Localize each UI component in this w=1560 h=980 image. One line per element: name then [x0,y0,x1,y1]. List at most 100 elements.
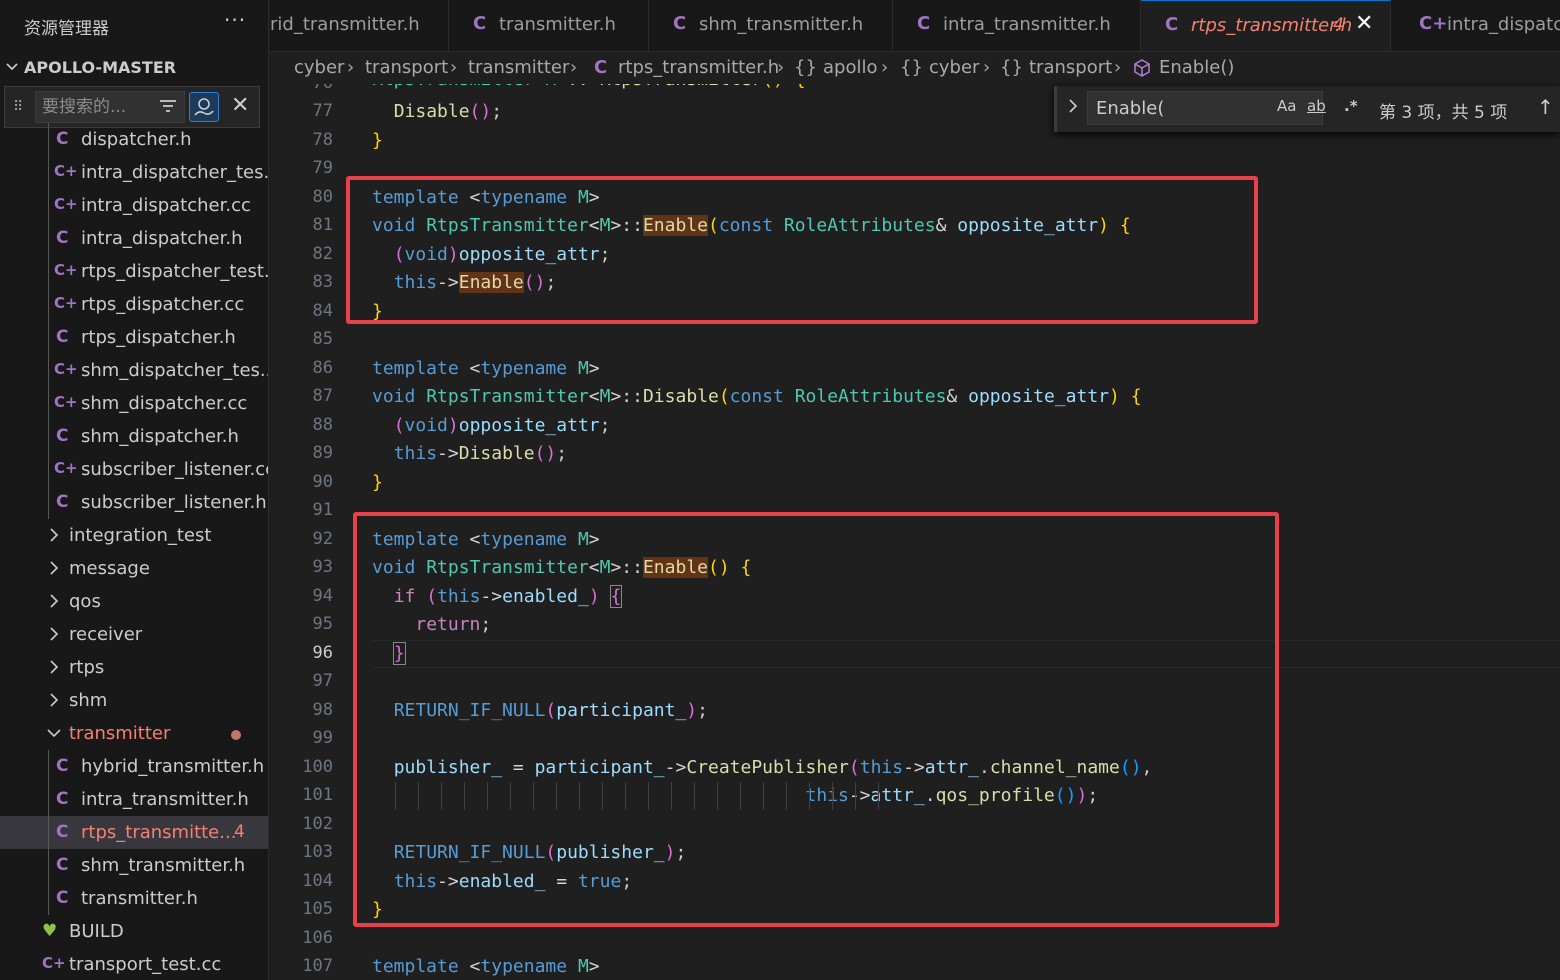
fuzzy-match-icon [194,98,214,116]
breadcrumb-item[interactable]: transport [365,57,448,78]
tree-item-label: receiver [69,624,143,645]
breadcrumb-item[interactable]: rtps_transmitter.h [618,57,779,78]
chevron-right-icon: › [777,57,785,78]
tab-shm-transmitter[interactable]: C shm_transmitter.h [649,0,893,51]
chevron-right-icon[interactable] [1065,98,1081,114]
indent-guide [48,882,49,915]
tree-item-subscriber-listener-cc[interactable]: C+ subscriber_listener.cc [0,453,269,486]
close-tab-icon[interactable]: ✕ [1355,11,1373,36]
breadcrumb-item[interactable]: apollo [823,57,877,78]
tree-item-intra-dispatcher-cc[interactable]: C+ intra_dispatcher.cc [0,189,268,222]
tree-item-rtps-dispatcher-h[interactable]: Crtps_dispatcher.h [0,321,268,354]
tab-label: shm_transmitter.h [699,14,864,35]
tree-item-label: dispatcher.h [81,129,192,150]
match-whole-word-toggle[interactable]: ab [1307,97,1326,115]
drag-handle-icon[interactable]: ⠿ [13,99,23,115]
chevron-right-icon: › [881,57,889,78]
code-line: } [372,129,383,151]
code-line: } [372,471,383,493]
tree-item-label: shm [69,690,108,711]
previous-match-icon[interactable]: ↑ [1537,95,1554,119]
tree-item-label: subscriber_listener.h [81,492,267,513]
tree-item-rtps-dispatcher-cc[interactable]: C+ rtps_dispatcher.cc [0,288,268,321]
tree-item-shm-dispatcher-cc[interactable]: C+ shm_dispatcher.cc [0,387,268,420]
tree-item-label: rtps_dispatcher_test... [81,261,269,282]
filter-icon[interactable] [157,95,179,117]
cpp-file-icon: C+ [54,261,78,279]
tree-item-dispatcher-h[interactable]: Cdispatcher.h [0,123,268,156]
tab-label: rtps_transmitter.h [1191,15,1353,36]
line-number: 106 [302,927,333,948]
tab-intra-dispatcher[interactable]: C+ intra_dispatch [1391,0,1560,51]
indent-guide [48,156,49,189]
tree-item-rtps-transmitte[interactable]: Crtps_transmitte... 4 [0,816,268,849]
code-editor[interactable]: 7677787980818283848586878889909192939495… [270,84,1560,980]
explorer-header: 资源管理器 ··· [0,0,268,52]
line-number: 79 [312,158,333,178]
tree-item-transmitter[interactable]: transmitter [0,717,268,750]
explorer-find-widget: ⠿ ✕ [4,86,260,128]
tree-item-label: transport_test.cc [69,954,222,975]
file-tree: Cdispatcher.h C+ intra_dispatcher_tes... C+… [0,123,269,980]
c-file-icon: C [1165,14,1179,35]
line-number: 99 [312,728,333,748]
tab-intra-transmitter[interactable]: C intra_transmitter.h [893,0,1141,51]
highlight-box-enable-with-attr [346,176,1258,324]
problems-count-badge: 4 [234,822,245,842]
indent-guide [48,321,49,354]
problems-count-badge: 4 [1333,15,1344,35]
indent-guide [48,222,49,255]
tree-item-shm-dispatcher-h[interactable]: Cshm_dispatcher.h [0,420,268,453]
tree-item-label: shm_dispatcher.h [81,426,239,447]
breadcrumb-item[interactable]: cyber [294,57,344,78]
indent-guide [48,288,49,321]
close-icon[interactable]: ✕ [231,93,249,118]
tree-item-message[interactable]: message [0,552,268,585]
breadcrumb-item[interactable]: transmitter [468,57,569,78]
chevron-right-icon [50,627,59,641]
chevron-right-icon [50,660,59,674]
tab-label: intra_dispatch [1447,14,1560,35]
cpp-file-icon: C+ [54,294,78,312]
use-regex-toggle[interactable]: .* [1344,97,1358,115]
tree-item-label: intra_dispatcher_tes... [81,162,269,183]
indent-guide [48,750,49,783]
tab-transmitter[interactable]: C transmitter.h [449,0,649,51]
tree-item-transport-test-cc[interactable]: C+ transport_test.cc [0,948,268,980]
line-number: 85 [312,329,333,349]
tree-item-integration-test[interactable]: integration_test [0,519,268,552]
tab-hybrid-transmitter[interactable]: rid_transmitter.h [270,0,449,51]
tree-item-qos[interactable]: qos [0,585,268,618]
tree-item-intra-dispatcher-tes[interactable]: C+ intra_dispatcher_tes... [0,156,269,189]
tree-item-build[interactable]: ♥ BUILD [0,915,268,948]
tree-item-label: subscriber_listener.cc [81,459,269,480]
indent-guide [48,387,49,420]
tree-item-shm-transmitter-h[interactable]: Cshm_transmitter.h [0,849,268,882]
tree-item-rtps-dispatcher-test[interactable]: C+ rtps_dispatcher_test... [0,255,269,288]
tree-item-rtps[interactable]: rtps [0,651,268,684]
code-line: Disable(); [393,101,503,122]
match-case-toggle[interactable]: Aa [1277,97,1296,115]
tree-item-transmitter-h[interactable]: Ctransmitter.h [0,882,268,915]
breadcrumb-item[interactable]: Enable() [1159,57,1234,78]
tree-item-shm[interactable]: shm [0,684,268,717]
chevron-right-icon [50,693,59,707]
tab-rtps-transmitter[interactable]: C rtps_transmitter.h 4 ✕ [1141,0,1391,51]
tree-item-receiver[interactable]: receiver [0,618,268,651]
fuzzy-match-toggle[interactable] [189,92,219,122]
tree-item-label: rtps_dispatcher.h [81,327,236,348]
tree-item-label: transmitter [69,723,171,744]
c-file-icon: C [56,789,69,809]
tree-item-hybrid-transmitter-h[interactable]: Chybrid_transmitter.h [0,750,268,783]
tree-item-subscriber-listener-h[interactable]: Csubscriber_listener.h [0,486,268,519]
tree-item-intra-transmitter-h[interactable]: Cintra_transmitter.h [0,783,268,816]
breadcrumb-item[interactable]: cyber [929,57,979,78]
workspace-section-header[interactable]: APOLLO-MASTER [0,52,268,84]
tree-item-shm-dispatcher-tes[interactable]: C+ shm_dispatcher_tes... [0,354,268,387]
breadcrumb-item[interactable]: transport [1029,57,1112,78]
more-actions-icon[interactable]: ··· [224,8,246,32]
cpp-file-icon: C+ [1419,13,1448,34]
tree-item-intra-dispatcher-h[interactable]: Cintra_dispatcher.h [0,222,268,255]
tree-item-label: hybrid_transmitter.h [81,756,265,777]
c-file-icon: C [56,129,69,149]
